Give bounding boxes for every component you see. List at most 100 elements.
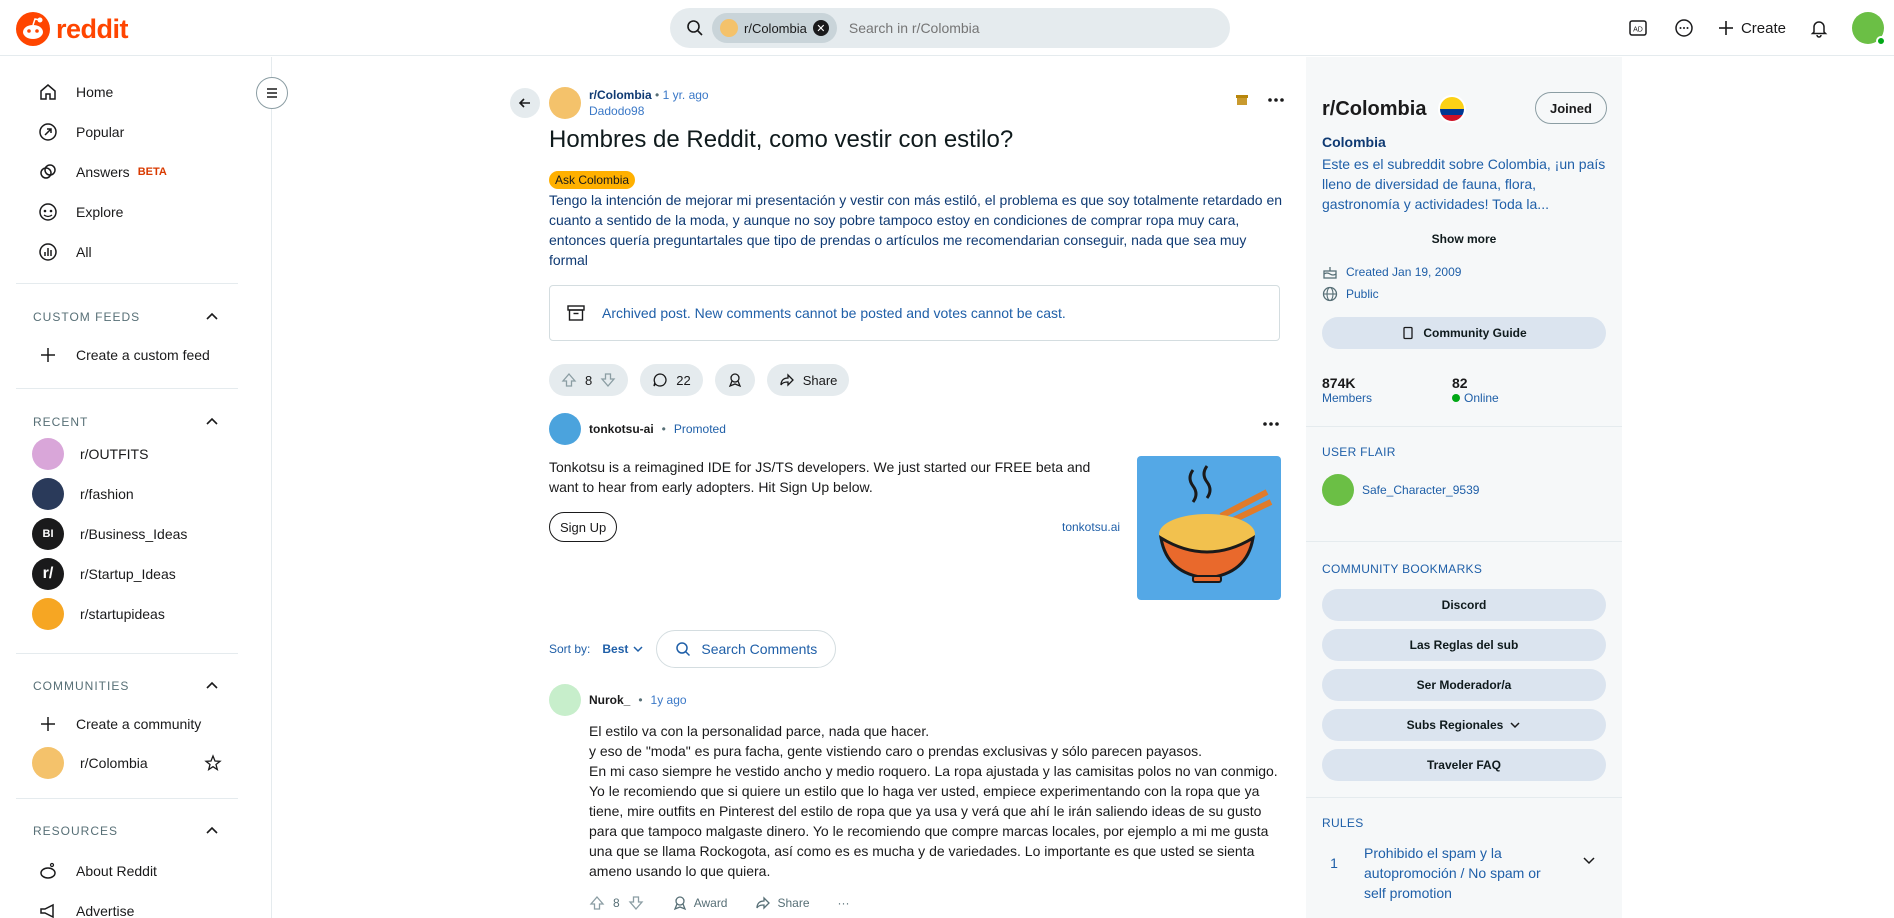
community-avatar: BI xyxy=(32,518,64,550)
star-icon[interactable] xyxy=(204,754,222,772)
upvote-icon[interactable] xyxy=(589,895,605,911)
nav-answers[interactable]: Answers BETA xyxy=(36,160,167,184)
resource-about-label: About Reddit xyxy=(76,863,157,879)
nav-answers-label: Answers xyxy=(76,164,130,180)
community-guide-button[interactable]: Community Guide xyxy=(1322,317,1606,349)
nav-home[interactable]: Home xyxy=(36,80,113,104)
nav-popular[interactable]: Popular xyxy=(36,120,124,144)
more-options-icon[interactable] xyxy=(1267,97,1285,103)
community-stats: 874K Members 82 Online xyxy=(1322,375,1499,405)
chevron-down-icon[interactable] xyxy=(1582,843,1596,903)
advertiser-name[interactable]: tonkotsu-ai xyxy=(589,422,654,436)
communities-header[interactable]: COMMUNITIES xyxy=(33,679,219,693)
nav-all-label: All xyxy=(76,244,92,260)
clear-scope-icon[interactable]: ✕ xyxy=(812,20,829,36)
community-title-text[interactable]: r/Colombia xyxy=(1322,98,1426,121)
award-icon xyxy=(727,372,743,388)
recent-item[interactable]: r/fashion xyxy=(32,478,134,510)
search-scope-chip[interactable]: r/Colombia ✕ xyxy=(712,13,837,43)
online-stat: 82 Online xyxy=(1452,375,1499,405)
recent-header[interactable]: RECENT xyxy=(33,415,219,429)
comment-line: En mi caso siempre he vestido ancho y me… xyxy=(589,763,1278,779)
promoted-tag: Promoted xyxy=(673,422,726,436)
upvote-icon[interactable] xyxy=(561,372,577,388)
joined-button[interactable]: Joined xyxy=(1535,92,1607,124)
explore-icon xyxy=(36,200,60,224)
bookmark-traveler-faq[interactable]: Traveler FAQ xyxy=(1322,749,1606,781)
sign-up-button[interactable]: Sign Up xyxy=(549,512,618,542)
custom-feeds-header[interactable]: CUSTOM FEEDS xyxy=(33,310,219,324)
collapse-sidebar-button[interactable] xyxy=(256,77,288,109)
recent-item[interactable]: r/ r/Startup_Ideas xyxy=(32,558,176,590)
share-button[interactable]: Share xyxy=(766,364,850,396)
post-subreddit-link[interactable]: r/Colombia xyxy=(589,88,652,102)
reddit-logo[interactable]: reddit xyxy=(16,12,129,46)
members-label: Members xyxy=(1322,391,1373,405)
home-icon xyxy=(36,80,60,104)
nav-explore[interactable]: Explore xyxy=(36,200,123,224)
comments-button[interactable]: 22 xyxy=(640,364,703,396)
commenter-name[interactable]: Nurok_ xyxy=(589,693,630,707)
rule-item[interactable]: 1 Prohibido el spam y la autopromoción /… xyxy=(1322,843,1606,903)
nav-all[interactable]: All xyxy=(36,240,92,264)
search-comments-label: Search Comments xyxy=(701,641,818,657)
comment-more-button[interactable]: ··· xyxy=(838,896,850,910)
comment-award-button[interactable]: Award xyxy=(672,895,728,911)
notifications-icon[interactable] xyxy=(1806,15,1832,41)
bookmarks-title: COMMUNITY BOOKMARKS xyxy=(1322,562,1483,576)
create-custom-feed[interactable]: Create a custom feed xyxy=(36,343,210,367)
commenter-avatar[interactable] xyxy=(549,684,581,716)
search-icon xyxy=(686,19,704,37)
search-bar[interactable]: r/Colombia ✕ xyxy=(670,8,1230,48)
search-comments-button[interactable]: Search Comments xyxy=(656,630,837,668)
community-item[interactable]: r/Colombia xyxy=(32,747,222,779)
bookmark-rules[interactable]: Las Reglas del sub xyxy=(1322,629,1606,661)
bookmark-moderator[interactable]: Ser Moderador/a xyxy=(1322,669,1606,701)
create-community[interactable]: Create a community xyxy=(36,712,201,736)
post-time: 1 yr. ago xyxy=(662,88,709,102)
show-more-button[interactable]: Show more xyxy=(1306,232,1622,246)
book-icon xyxy=(1401,326,1415,340)
comment-award-label: Award xyxy=(693,896,728,910)
plus-icon xyxy=(36,343,60,367)
comment-share-button[interactable]: Share xyxy=(755,895,810,911)
search-input[interactable] xyxy=(848,20,1149,36)
award-button[interactable] xyxy=(714,364,755,396)
promo-domain-link[interactable]: tonkotsu.ai xyxy=(1062,520,1120,534)
create-button[interactable]: Create xyxy=(1717,19,1786,37)
downvote-icon[interactable] xyxy=(600,372,616,388)
chevron-up-icon[interactable] xyxy=(205,415,219,429)
resource-advertise-label: Advertise xyxy=(76,903,135,918)
more-options-icon[interactable] xyxy=(1262,421,1280,427)
bookmark-regional-subs[interactable]: Subs Regionales xyxy=(1322,709,1606,741)
user-flair[interactable]: Safe_Character_9539 xyxy=(1322,474,1479,506)
recent-item[interactable]: BI r/Business_Ideas xyxy=(32,518,187,550)
post-author-link[interactable]: Dadodo98 xyxy=(589,103,709,119)
share-icon xyxy=(779,372,795,388)
post-body: Tengo la intención de mejorar mi present… xyxy=(549,192,1283,268)
ramen-bowl-image[interactable] xyxy=(1137,456,1281,600)
user-avatar[interactable] xyxy=(1852,12,1886,46)
resources-header[interactable]: RESOURCES xyxy=(33,824,219,838)
chevron-up-icon[interactable] xyxy=(205,310,219,324)
chevron-up-icon[interactable] xyxy=(205,824,219,838)
advertise-icon[interactable]: AD xyxy=(1625,15,1651,41)
downvote-icon[interactable] xyxy=(628,895,644,911)
recent-item[interactable]: r/startupideas xyxy=(32,598,165,630)
communities-title: COMMUNITIES xyxy=(33,679,130,693)
subreddit-avatar[interactable] xyxy=(549,87,581,119)
resource-about[interactable]: About Reddit xyxy=(36,859,157,883)
chevron-up-icon[interactable] xyxy=(205,679,219,693)
resource-advertise[interactable]: Advertise xyxy=(36,899,134,918)
community-guide-label: Community Guide xyxy=(1423,326,1527,340)
post-flair[interactable]: Ask Colombia xyxy=(549,171,636,189)
chat-icon[interactable] xyxy=(1671,15,1697,41)
sort-dropdown[interactable]: Best xyxy=(602,642,644,656)
sort-value: Best xyxy=(602,642,629,656)
snoo-icon xyxy=(16,12,50,46)
back-button[interactable] xyxy=(510,88,540,118)
bookmark-discord[interactable]: Discord xyxy=(1322,589,1606,621)
advertiser-avatar[interactable] xyxy=(549,413,581,445)
recent-item[interactable]: r/OUTFITS xyxy=(32,438,148,470)
comment-actions: 8 Award Share ··· xyxy=(589,895,850,911)
